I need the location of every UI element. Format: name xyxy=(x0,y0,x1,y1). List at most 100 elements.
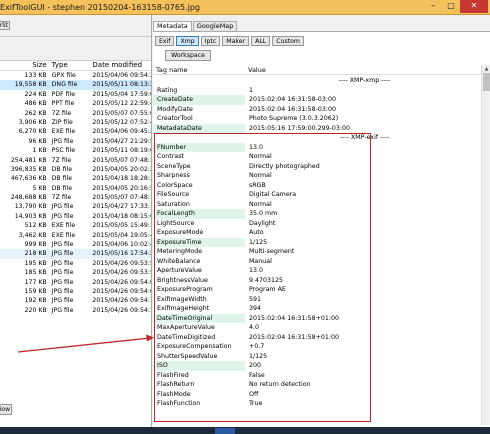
scroll-up-icon[interactable]: ▲ xyxy=(482,65,490,73)
file-row[interactable]: 218 KB JPG file 2015/05/16 17:54:21 xyxy=(0,249,151,259)
subtab-custom[interactable]: Custom xyxy=(272,36,304,46)
tag-row[interactable]: LightSource Daylight xyxy=(153,219,480,229)
scrollbar-thumb[interactable] xyxy=(483,73,490,91)
tag-row[interactable]: ColorSpace sRGB xyxy=(153,181,480,191)
tab-metadata[interactable]: Metadata xyxy=(153,21,192,31)
subtab-maker[interactable]: Maker xyxy=(222,36,250,46)
file-row[interactable]: 6,270 KB EXE file 2015/04/06 09:45:24 xyxy=(0,127,151,136)
column-date[interactable]: Date modified xyxy=(89,61,151,70)
tag-row[interactable]: FlashReturn No return detection xyxy=(153,380,480,390)
window-title: ExifToolGUI - stephen 20150204-163158-07… xyxy=(0,3,200,12)
file-row[interactable]: 13,790 KB JPG file 2015/04/27 17:33:18 xyxy=(0,202,151,211)
taskbar-app-icon[interactable] xyxy=(215,428,235,434)
tag-name: BrightnessValue xyxy=(157,276,208,284)
file-row[interactable]: 96 KB JPG file 2015/04/27 21:29:54 xyxy=(0,137,151,146)
workspace-button[interactable]: Workspace xyxy=(165,50,211,61)
tag-row[interactable]: ExifImageWidth 591 xyxy=(153,295,480,305)
metadata-tab-body: Exif Xmp Iptc Maker ALL Custom Workspace… xyxy=(153,31,490,434)
file-row[interactable]: 248,688 KB 7Z file 2015/05/07 07:48:10 xyxy=(0,193,151,202)
tag-name: ExposureTime xyxy=(153,237,245,247)
tag-row[interactable]: FlashMode Off xyxy=(153,390,480,400)
tag-row[interactable]: SceneType Directly photographed xyxy=(153,162,480,172)
file-row[interactable]: 467,636 KB DB file 2015/04/18 18:28:32 xyxy=(0,174,151,183)
tag-row[interactable]: ExifImageHeight 394 xyxy=(153,304,480,314)
subtab-all[interactable]: ALL xyxy=(251,36,271,46)
left-bottom-button[interactable]: iow xyxy=(0,404,12,415)
file-row[interactable]: 396,835 KB DB file 2015/04/05 20:02:36 xyxy=(0,165,151,174)
file-size: 254,481 KB xyxy=(10,156,47,164)
file-row[interactable]: 19,558 KB DNG file 2015/05/11 08:13:28 xyxy=(0,80,151,90)
file-row[interactable]: 999 KB JPG file 2015/04/06 10:02:40 xyxy=(0,240,151,249)
subtab-iptc[interactable]: Iptc xyxy=(200,36,221,46)
tag-row[interactable]: ExposureTime 1/125 xyxy=(153,237,480,247)
tag-table-scrollbar[interactable]: ▲ xyxy=(481,65,490,425)
file-row[interactable]: 14,903 KB JPG file 2015/04/18 08:15:00 xyxy=(0,212,151,221)
file-size: 467,636 KB xyxy=(10,175,47,183)
section-row[interactable]: ---- XMP-xmp ---- xyxy=(153,76,480,86)
tag-value: Off xyxy=(249,390,259,398)
tag-row[interactable]: FlashFunction True xyxy=(153,399,480,409)
tag-row[interactable]: FNumber 13.0 xyxy=(153,142,480,152)
tag-row[interactable]: Rating 1 xyxy=(153,86,480,96)
tag-row[interactable]: FocalLength 35.0 mm xyxy=(153,209,480,219)
tab-googlemap[interactable]: GoogleMap xyxy=(192,21,238,31)
close-button[interactable]: ✕ xyxy=(460,0,488,13)
tag-row[interactable]: MaxApertureValue 4.0 xyxy=(153,323,480,333)
file-row[interactable]: 486 KB PPT file 2015/05/12 22:59:40 xyxy=(0,99,151,108)
tag-row[interactable]: DateTimeOriginal 2015:02:04 16:31:58+01:0… xyxy=(153,313,480,323)
file-row[interactable]: 220 KB JPG file 2015/04/26 09:54:18 xyxy=(0,306,151,315)
tag-row[interactable]: ExposureCompensation +0.7 xyxy=(153,342,480,352)
file-row[interactable]: 5 KB DB file 2015/04/05 20:16:51 xyxy=(0,184,151,193)
file-row[interactable]: 195 KB JPG file 2015/04/26 09:53:52 xyxy=(0,259,151,268)
tag-row[interactable]: CreatorTool Photo Supreme (3.0.3.2062) xyxy=(153,114,480,124)
column-size[interactable]: Size xyxy=(0,61,50,70)
subtab-exif[interactable]: Exif xyxy=(155,36,175,46)
tag-row[interactable]: Contrast Normal xyxy=(153,152,480,162)
column-value[interactable]: Value xyxy=(245,65,480,74)
minimize-button[interactable]: – xyxy=(424,0,442,13)
file-row[interactable]: 185 KB JPG file 2015/04/26 09:53:57 xyxy=(0,268,151,277)
tag-value: 4.0 xyxy=(249,324,260,331)
tag-row[interactable]: BrightnessValue 9.4703125 xyxy=(153,276,480,286)
tag-row[interactable]: ApertureValue 13.0 xyxy=(153,266,480,276)
column-type[interactable]: Type xyxy=(50,61,90,70)
tag-row[interactable]: Saturation Normal xyxy=(153,200,480,210)
file-row[interactable]: 3,906 KB ZIP file 2015/05/12 07:52:49 xyxy=(0,118,151,127)
file-row[interactable]: 512 KB EXE file 2015/05/05 15:49:16 xyxy=(0,221,151,230)
tag-value: Normal xyxy=(249,153,272,160)
tag-row[interactable]: ExposureProgram Program AE xyxy=(153,285,480,295)
tag-row[interactable]: MetadataDate 2015:05:16 17:59:00.299-03:0… xyxy=(153,123,480,133)
tag-row[interactable]: ISO 200 xyxy=(153,361,480,371)
file-row[interactable]: 3,462 KB EXE file 2015/05/04 19:05:44 xyxy=(0,231,151,240)
tag-row[interactable]: MeteringMode Multi-segment xyxy=(153,247,480,257)
section-row[interactable]: ---- XMP-exif ---- xyxy=(153,133,480,143)
file-row[interactable]: 224 KB PDF file 2015/05/04 17:59:07 xyxy=(0,90,151,99)
left-toolbar-button[interactable]: rlit xyxy=(0,21,10,30)
tag-row[interactable]: ExposureMode Auto xyxy=(153,228,480,238)
tag-name: MeteringMode xyxy=(157,248,203,255)
subtab-xmp[interactable]: Xmp xyxy=(176,36,199,46)
panel-tabs: Metadata GoogleMap xyxy=(153,21,238,31)
file-row[interactable]: 177 KB JPG file 2015/04/26 09:54:03 xyxy=(0,278,151,287)
tag-row[interactable]: ShutterSpeedValue 1/125 xyxy=(153,352,480,362)
file-row[interactable]: 159 KB JPG file 2015/04/26 09:54:07 xyxy=(0,287,151,296)
column-tag-name[interactable]: Tag name xyxy=(153,65,245,74)
tag-row[interactable]: FlashFired False xyxy=(153,371,480,381)
tag-row[interactable]: WhiteBalance Manual xyxy=(153,257,480,267)
tag-row[interactable]: ModifyDate 2015:02:04 16:31:58-03:00 xyxy=(153,105,480,115)
tag-row[interactable]: DateTimeDigitized 2015:02:04 16:31:58+01:… xyxy=(153,333,480,343)
file-type: PPT file xyxy=(51,100,75,108)
file-row[interactable]: 254,481 KB 7Z file 2015/05/07 07:48:32 xyxy=(0,156,151,165)
tag-row[interactable]: CreateDate 2015:02:04 16:31:58-03:00 xyxy=(153,95,480,105)
file-size: 5 KB xyxy=(32,184,47,192)
tag-row[interactable]: Sharpness Normal xyxy=(153,171,480,181)
tag-row[interactable]: FileSource Digital Camera xyxy=(153,190,480,200)
file-row[interactable]: 192 KB JPG file 2015/04/26 09:54:12 xyxy=(0,296,151,305)
maximize-button[interactable]: □ xyxy=(442,0,460,13)
tag-name: FlashFunction xyxy=(157,400,201,407)
file-row[interactable]: 133 KB GPX file 2015/04/06 09:54:27 xyxy=(0,71,151,80)
file-row[interactable]: 262 KB 7Z file 2015/05/07 07:55:01 xyxy=(0,109,151,118)
left-toolbar: rlit xyxy=(0,15,151,37)
file-row[interactable]: 1 KB PSC file 2015/05/11 08:19:09 xyxy=(0,146,151,155)
file-size: 396,835 KB xyxy=(10,165,47,173)
